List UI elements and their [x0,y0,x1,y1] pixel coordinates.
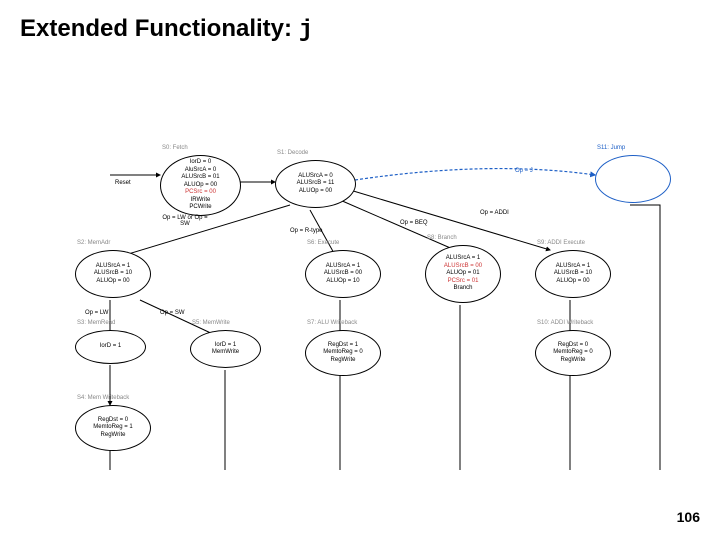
edge-lw: Op = LW [85,310,108,316]
state-s0: IorD = 0 AluSrcA = 0 ALUSrcB = 01 ALUOp … [160,155,241,216]
edge-addi: Op = ADDI [480,210,509,216]
state-s4: RegDst = 0 MemtoReg = 1 RegWrite [75,405,151,451]
edge-sw: Op = SW [160,310,185,316]
edge-lw-sw: Op = LW or Op = SW [160,215,210,227]
page-number: 106 [677,509,700,525]
fsm-diagram: S0: Fetch IorD = 0 AluSrcA = 0 ALUSrcB =… [40,150,680,480]
state-s2: ALUSrcA = 1 ALUSrcB = 10 ALUOp = 00 [75,250,151,298]
title-code: j [299,17,313,44]
edge-j: Op = J [515,168,533,174]
state-s9: ALUSrcA = 1 ALUSrcB = 10 ALUOp = 00 [535,250,611,298]
state-s3: IorD = 1 [75,330,146,364]
state-label-s1: S1: Decode [277,150,308,156]
state-label-s2: S2: MemAdr [77,240,110,246]
state-label-s5: S5: MemWrite [192,320,230,326]
state-s5: IorD = 1 MemWrite [190,330,261,368]
state-s11 [595,155,671,203]
page-title: Extended Functionality: j [20,15,313,44]
state-label-s11: S11: Jump [597,145,625,151]
state-label-s7: S7: ALU Writeback [307,320,357,326]
state-s6: ALUSrcA = 1 ALUSrcB = 00 ALUOp = 10 [305,250,381,298]
state-s10: RegDst = 0 MemtoReg = 0 RegWrite [535,330,611,376]
state-s7: RegDst = 1 MemtoReg = 0 RegWrite [305,330,381,376]
state-s1: ALUSrcA = 0 ALUSrcB = 11 ALUOp = 00 [275,160,356,208]
state-label-s10: S10: ADDI Writeback [537,320,593,326]
state-s8: ALUSrcA = 1 ALUSrcB = 00 ALUOp = 01 PCSr… [425,245,501,303]
state-label-s3: S3: MemRead [77,320,115,326]
state-label-s9: S9: ADDI Execute [537,240,585,246]
state-label-s6: S6: Execute [307,240,339,246]
edge-beq: Op = BEQ [400,220,428,226]
state-label-s0: S0: Fetch [162,145,188,151]
title-prefix: Extended Functionality: [20,15,299,42]
edge-rtype: Op = R-type [290,228,323,234]
edge-reset: Reset [115,180,131,186]
state-label-s8: S8: Branch [427,235,457,241]
state-label-s4: S4: Mem Writeback [77,395,129,401]
